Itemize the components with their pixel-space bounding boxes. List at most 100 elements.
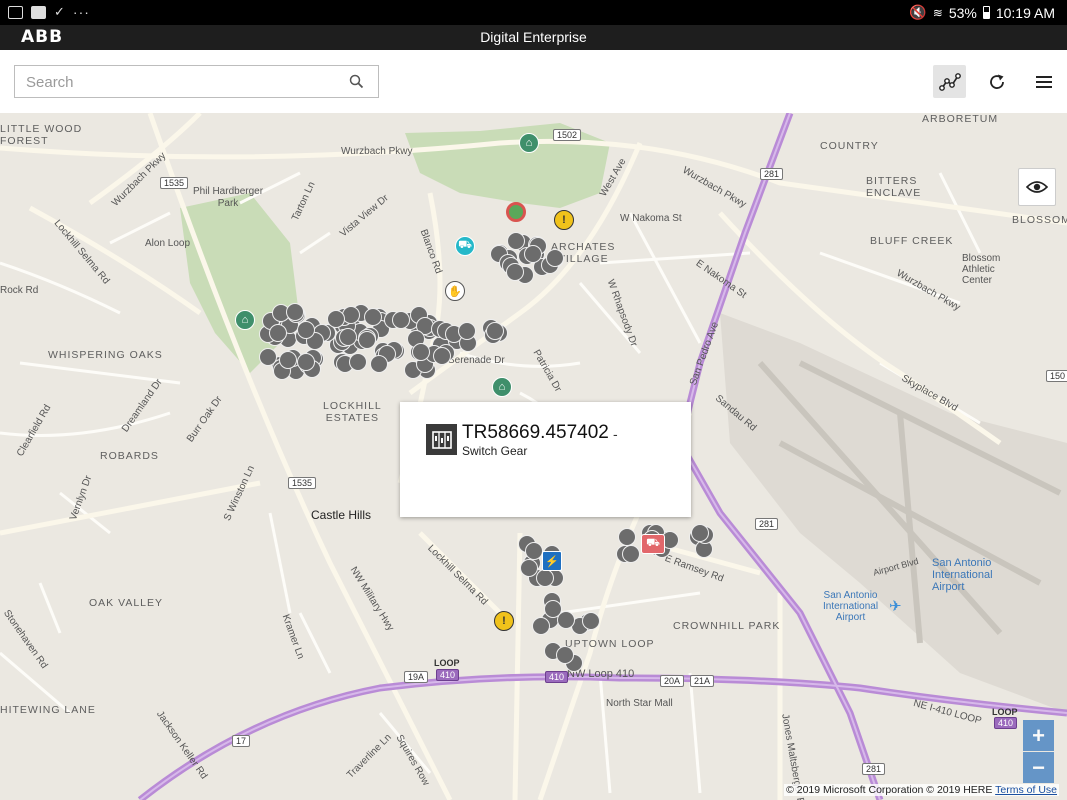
toolbar: [0, 50, 1067, 113]
road-shield: 281: [760, 168, 784, 180]
battery-icon: [982, 6, 990, 19]
road-shield: 20A: [660, 675, 685, 687]
gallery-icon: [8, 5, 23, 19]
road-shield: 281: [862, 763, 886, 775]
alert-marker[interactable]: !: [494, 611, 514, 631]
asset-dot[interactable]: [297, 352, 316, 371]
asset-dot[interactable]: [458, 321, 477, 340]
road-shield: 281: [755, 518, 779, 530]
area-label: ROBARDS: [100, 450, 159, 462]
road-shield: 410: [545, 671, 569, 683]
battery-percent: 53%: [948, 4, 977, 21]
status-ring-marker[interactable]: [506, 202, 526, 222]
asset-dot[interactable]: [297, 320, 316, 339]
asset-dot[interactable]: [557, 610, 576, 629]
road-shield: 150: [1046, 370, 1067, 382]
terms-of-use-link[interactable]: Terms of Use: [995, 784, 1057, 796]
asset-dot[interactable]: [545, 249, 564, 267]
search-input[interactable]: [24, 73, 348, 92]
loop-label: LOOP: [434, 658, 460, 668]
asset-dot[interactable]: [581, 612, 600, 631]
asset-dot[interactable]: [326, 309, 345, 328]
home-marker[interactable]: ⌂: [492, 377, 512, 397]
home-marker[interactable]: ⌂: [235, 310, 255, 330]
road-shield: 1502: [553, 129, 582, 141]
zoom-out-button[interactable]: −: [1023, 752, 1054, 783]
asset-dot[interactable]: [524, 541, 543, 560]
area-label: BLOSSOM: [1012, 214, 1067, 226]
asset-id: TR58669.457402: [462, 422, 609, 443]
park-label: Phil Hardberger Park: [193, 186, 264, 209]
home-icon: ⌂: [241, 314, 249, 326]
area-label: UPTOWN LOOP: [565, 638, 655, 650]
truck-icon: ⛟: [458, 239, 472, 251]
truck-marker[interactable]: ⛟: [455, 236, 475, 256]
street-label: Wurzbach Pkwy: [341, 146, 413, 157]
switch-gear-icon: [426, 424, 457, 455]
asset-popup[interactable]: TR58669.457402 - Switch Gear: [400, 402, 691, 517]
menu-button[interactable]: [1027, 65, 1060, 98]
asset-dot[interactable]: [531, 616, 550, 635]
mute-icon: 🔇: [909, 4, 927, 20]
more-notifications-icon: ···: [72, 4, 90, 20]
asset-dot[interactable]: [279, 350, 298, 369]
poi-label: North Star Mall: [606, 698, 673, 709]
asset-dot[interactable]: [341, 306, 360, 325]
asset-dot[interactable]: [622, 544, 641, 563]
power-marker[interactable]: ⚡: [542, 551, 562, 571]
airport-label: San Antonio International Airport: [823, 590, 879, 623]
network-icon: [938, 72, 961, 91]
bolt-icon: ⚡: [545, 555, 559, 568]
road-shield: 410: [994, 717, 1018, 729]
zoom-in-button[interactable]: +: [1023, 720, 1054, 751]
area-label: BLUFF CREEK: [870, 235, 954, 247]
hand-icon: ✋: [448, 285, 462, 298]
loop-label: LOOP: [992, 707, 1018, 717]
airport-icon: ✈: [889, 598, 902, 615]
asset-dot[interactable]: [506, 231, 525, 250]
home-icon: ⌂: [525, 137, 533, 149]
airport-label: San Antonio International Airport: [932, 557, 993, 593]
street-label: Alon Loop: [145, 238, 191, 249]
asset-dot[interactable]: [618, 527, 637, 546]
street-label: W Nakoma St: [620, 213, 682, 224]
network-view-button[interactable]: [933, 65, 966, 98]
road-shield: 410: [436, 669, 460, 681]
home-marker[interactable]: ⌂: [519, 133, 539, 153]
area-label: LOCKHILL ESTATES: [323, 400, 382, 424]
asset-dot[interactable]: [535, 569, 554, 588]
home-icon: ⌂: [498, 381, 506, 393]
road-shield: 17: [232, 735, 251, 747]
fire-truck-icon: ⛟: [646, 537, 660, 549]
street-label: Rock Rd: [0, 285, 39, 296]
fire-truck-marker[interactable]: ⛟: [641, 534, 665, 554]
alert-marker[interactable]: !: [554, 210, 574, 230]
asset-dot[interactable]: [357, 331, 376, 350]
asset-dot[interactable]: [485, 321, 504, 340]
asset-dot[interactable]: [432, 346, 451, 365]
notification-icons: ✓ ···: [8, 4, 90, 20]
refresh-button[interactable]: [980, 65, 1013, 98]
area-label: ARBORETUM: [922, 113, 999, 125]
town-label: Castle Hills: [311, 508, 372, 522]
street-label: Serenade Dr: [448, 355, 505, 366]
map-view[interactable]: LITTLE WOOD FOREST ARBORETUM COUNTRY BIT…: [0, 113, 1067, 800]
map-attribution: © 2019 Microsoft Corporation © 2019 HERE…: [784, 784, 1059, 796]
asset-dot[interactable]: [690, 523, 709, 542]
road-shield: 19A: [404, 671, 429, 683]
search-icon[interactable]: [349, 74, 364, 94]
crew-marker[interactable]: ✋: [445, 281, 465, 301]
asset-dot[interactable]: [285, 303, 304, 322]
asset-dot[interactable]: [519, 558, 538, 577]
flipboard-icon: [31, 5, 46, 19]
layer-visibility-button[interactable]: [1018, 168, 1056, 206]
refresh-icon: [989, 74, 1004, 89]
menu-icon: [1035, 75, 1052, 88]
app-title: Digital Enterprise: [480, 29, 587, 45]
road-shield: 1535: [160, 177, 189, 189]
search-box: [14, 65, 379, 98]
asset-dot[interactable]: [506, 262, 525, 281]
alert-icon: !: [562, 214, 566, 226]
asset-dot[interactable]: [523, 244, 542, 263]
road-shield: 1535: [288, 477, 317, 489]
